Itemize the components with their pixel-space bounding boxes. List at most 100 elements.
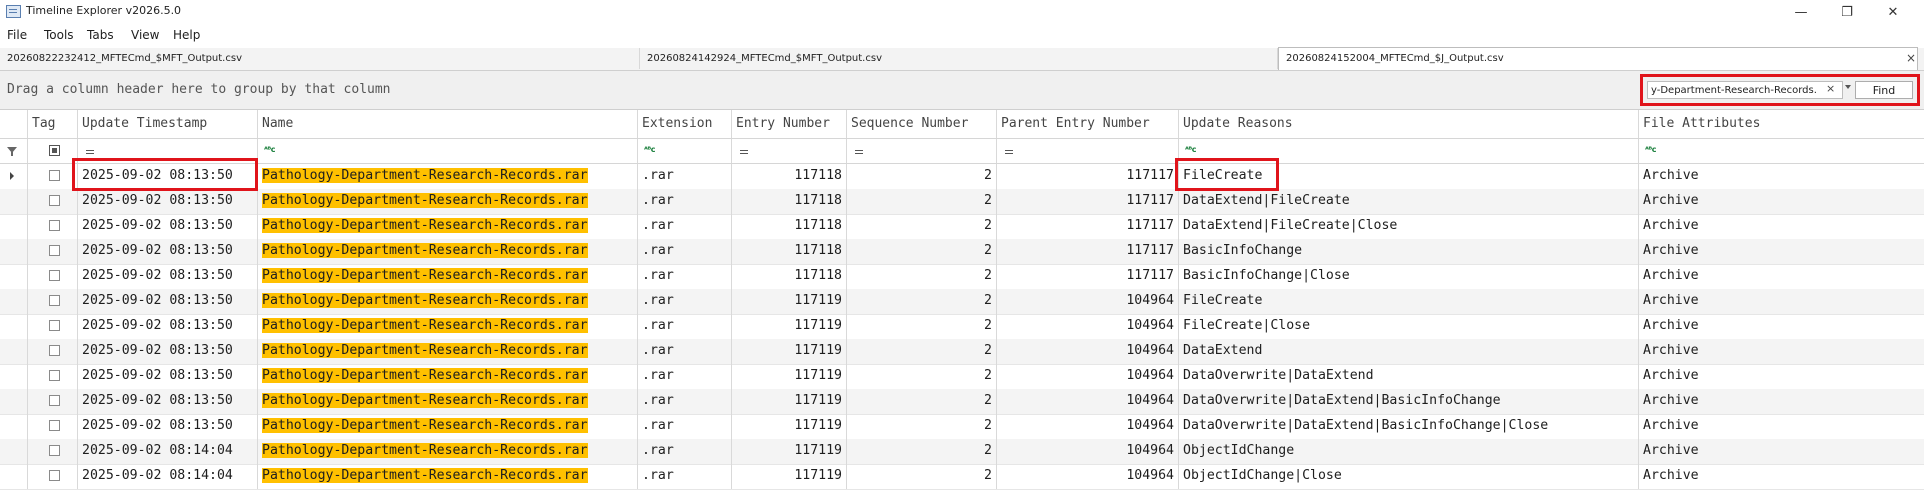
cell-file-attributes[interactable]: Archive bbox=[1639, 439, 1924, 464]
cell-update-timestamp[interactable]: 2025-09-02 08:13:50 bbox=[78, 189, 258, 214]
cell-parent-entry-number[interactable]: 117117 bbox=[997, 264, 1179, 289]
cell-file-attributes[interactable]: Archive bbox=[1639, 164, 1924, 189]
tab-mft-output-2[interactable]: 20260824142924_MFTECmd_$MFT_Output.csv bbox=[640, 48, 1278, 69]
cell-sequence-number[interactable]: 2 bbox=[847, 264, 997, 289]
cell-extension[interactable]: .rar bbox=[638, 189, 732, 214]
cell-extension[interactable]: .rar bbox=[638, 289, 732, 314]
cell-update-timestamp[interactable]: 2025-09-02 08:14:04 bbox=[78, 464, 258, 489]
row-indicator[interactable] bbox=[0, 314, 28, 339]
cell-entry-number[interactable]: 117119 bbox=[732, 439, 847, 464]
menu-view[interactable]: View bbox=[131, 28, 159, 42]
tag-checkbox[interactable] bbox=[49, 420, 60, 431]
cell-file-attributes[interactable]: Archive bbox=[1639, 314, 1924, 339]
cell-sequence-number[interactable]: 2 bbox=[847, 214, 997, 239]
cell-sequence-number[interactable]: 2 bbox=[847, 339, 997, 364]
cell-sequence-number[interactable]: 2 bbox=[847, 439, 997, 464]
tag-checkbox[interactable] bbox=[49, 345, 60, 356]
cell-entry-number[interactable]: 117118 bbox=[732, 214, 847, 239]
table-row[interactable]: 2025-09-02 08:13:50 Pathology-Department-… bbox=[0, 314, 1924, 340]
cell-entry-number[interactable]: 117119 bbox=[732, 464, 847, 489]
cell-tag[interactable] bbox=[28, 214, 78, 239]
cell-extension[interactable]: .rar bbox=[638, 389, 732, 414]
table-row[interactable]: 2025-09-02 08:13:50 Pathology-Department-… bbox=[0, 289, 1924, 315]
tag-checkbox[interactable] bbox=[49, 395, 60, 406]
cell-tag[interactable] bbox=[28, 414, 78, 439]
cell-name[interactable]: Pathology-Department-Research-Records.ra… bbox=[258, 464, 638, 489]
cell-update-timestamp[interactable]: 2025-09-02 08:13:50 bbox=[78, 264, 258, 289]
cell-sequence-number[interactable]: 2 bbox=[847, 364, 997, 389]
column-header-update-timestamp[interactable]: Update Timestamp bbox=[78, 110, 258, 138]
cell-sequence-number[interactable]: 2 bbox=[847, 389, 997, 414]
table-row[interactable]: 2025-09-02 08:13:50 Pathology-Department-… bbox=[0, 189, 1924, 215]
cell-extension[interactable]: .rar bbox=[638, 464, 732, 489]
cell-parent-entry-number[interactable]: 117117 bbox=[997, 239, 1179, 264]
cell-update-reasons[interactable]: ObjectIdChange bbox=[1179, 439, 1639, 464]
cell-update-reasons[interactable]: DataOverwrite|DataExtend bbox=[1179, 364, 1639, 389]
cell-name[interactable]: Pathology-Department-Research-Records.ra… bbox=[258, 314, 638, 339]
clear-icon[interactable]: × bbox=[1826, 82, 1835, 95]
cell-file-attributes[interactable]: Archive bbox=[1639, 239, 1924, 264]
row-indicator[interactable] bbox=[0, 414, 28, 439]
cell-file-attributes[interactable]: Archive bbox=[1639, 339, 1924, 364]
column-header-update-reasons[interactable]: Update Reasons bbox=[1179, 110, 1639, 138]
cell-extension[interactable]: .rar bbox=[638, 364, 732, 389]
cell-file-attributes[interactable]: Archive bbox=[1639, 289, 1924, 314]
column-header-parent-entry-number[interactable]: Parent Entry Number bbox=[997, 110, 1179, 138]
cell-update-timestamp[interactable]: 2025-09-02 08:13:50 bbox=[78, 239, 258, 264]
cell-name[interactable]: Pathology-Department-Research-Records.ra… bbox=[258, 239, 638, 264]
row-indicator[interactable] bbox=[0, 164, 28, 189]
cell-file-attributes[interactable]: Archive bbox=[1639, 264, 1924, 289]
cell-update-reasons[interactable]: DataExtend|FileCreate|Close bbox=[1179, 214, 1639, 239]
cell-tag[interactable] bbox=[28, 189, 78, 214]
column-header-file-attributes[interactable]: File Attributes bbox=[1639, 110, 1924, 138]
filter-update-reasons[interactable]: ᴬᴮc bbox=[1179, 139, 1639, 163]
minimize-button[interactable]: — bbox=[1778, 0, 1824, 24]
cell-tag[interactable] bbox=[28, 339, 78, 364]
cell-parent-entry-number[interactable]: 104964 bbox=[997, 464, 1179, 489]
cell-sequence-number[interactable]: 2 bbox=[847, 464, 997, 489]
column-header-name[interactable]: Name bbox=[258, 110, 638, 138]
row-indicator[interactable] bbox=[0, 439, 28, 464]
tag-checkbox[interactable] bbox=[49, 220, 60, 231]
tag-checkbox[interactable] bbox=[49, 470, 60, 481]
menu-tabs[interactable]: Tabs bbox=[87, 28, 114, 42]
filter-name[interactable]: ᴬᴮc bbox=[258, 139, 638, 163]
cell-update-reasons[interactable]: FileCreate|Close bbox=[1179, 314, 1639, 339]
cell-update-timestamp[interactable]: 2025-09-02 08:13:50 bbox=[78, 164, 258, 189]
cell-update-timestamp[interactable]: 2025-09-02 08:13:50 bbox=[78, 339, 258, 364]
close-tab-icon[interactable]: × bbox=[1906, 51, 1916, 65]
filter-extension[interactable]: ᴬᴮc bbox=[638, 139, 732, 163]
cell-name[interactable]: Pathology-Department-Research-Records.ra… bbox=[258, 414, 638, 439]
cell-entry-number[interactable]: 117119 bbox=[732, 314, 847, 339]
cell-parent-entry-number[interactable]: 104964 bbox=[997, 439, 1179, 464]
row-indicator[interactable] bbox=[0, 214, 28, 239]
cell-update-reasons[interactable]: BasicInfoChange bbox=[1179, 239, 1639, 264]
cell-tag[interactable] bbox=[28, 239, 78, 264]
cell-file-attributes[interactable]: Archive bbox=[1639, 189, 1924, 214]
tag-checkbox[interactable] bbox=[49, 295, 60, 306]
cell-tag[interactable] bbox=[28, 364, 78, 389]
cell-tag[interactable] bbox=[28, 389, 78, 414]
row-indicator[interactable] bbox=[0, 339, 28, 364]
cell-update-reasons[interactable]: DataExtend bbox=[1179, 339, 1639, 364]
group-by-panel[interactable]: Drag a column header here to group by th… bbox=[0, 71, 1924, 110]
table-row[interactable]: 2025-09-02 08:13:50 Pathology-Department-… bbox=[0, 414, 1924, 440]
cell-entry-number[interactable]: 117119 bbox=[732, 389, 847, 414]
cell-entry-number[interactable]: 117119 bbox=[732, 339, 847, 364]
cell-entry-number[interactable]: 117118 bbox=[732, 239, 847, 264]
cell-update-reasons[interactable]: FileCreate bbox=[1179, 289, 1639, 314]
cell-sequence-number[interactable]: 2 bbox=[847, 164, 997, 189]
tag-checkbox[interactable] bbox=[49, 320, 60, 331]
row-indicator[interactable] bbox=[0, 289, 28, 314]
tab-mft-output-1[interactable]: 20260822232412_MFTECmd_$MFT_Output.csv bbox=[0, 48, 640, 69]
maximize-button[interactable]: ❐ bbox=[1824, 0, 1870, 24]
cell-file-attributes[interactable]: Archive bbox=[1639, 389, 1924, 414]
cell-update-timestamp[interactable]: 2025-09-02 08:13:50 bbox=[78, 414, 258, 439]
cell-name[interactable]: Pathology-Department-Research-Records.ra… bbox=[258, 439, 638, 464]
row-indicator[interactable] bbox=[0, 464, 28, 489]
cell-tag[interactable] bbox=[28, 164, 78, 189]
cell-tag[interactable] bbox=[28, 439, 78, 464]
cell-parent-entry-number[interactable]: 104964 bbox=[997, 314, 1179, 339]
cell-extension[interactable]: .rar bbox=[638, 439, 732, 464]
find-button[interactable]: Find bbox=[1855, 81, 1913, 99]
